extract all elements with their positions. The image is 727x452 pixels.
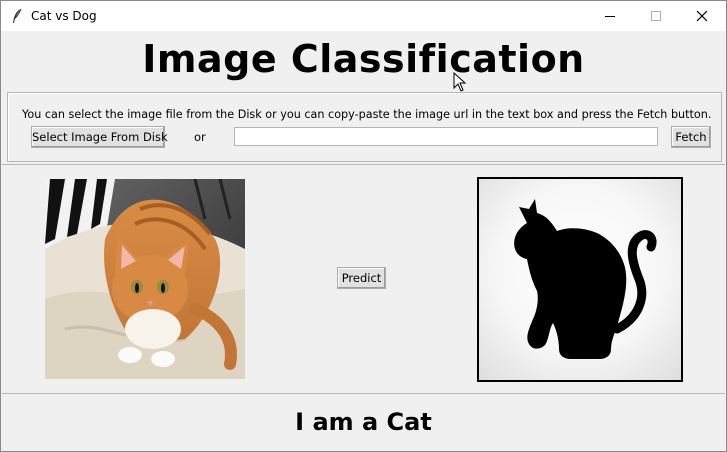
feather-icon <box>11 8 23 24</box>
cat-photo <box>45 179 245 379</box>
maximize-button[interactable] <box>633 1 679 31</box>
instructions-label: You can select the image file from the D… <box>22 108 712 121</box>
minimize-button[interactable] <box>587 1 633 31</box>
fetch-button[interactable]: Fetch <box>671 126 711 148</box>
select-image-button[interactable]: Select Image From Disk <box>31 126 168 148</box>
close-button[interactable] <box>679 1 725 31</box>
or-label: or <box>194 130 206 144</box>
close-icon <box>696 10 708 22</box>
mouse-cursor-icon <box>453 72 467 92</box>
cat-silhouette-icon <box>514 199 657 359</box>
window-title: Cat vs Dog <box>31 9 97 23</box>
image-panel: Predict <box>2 164 725 394</box>
predict-button[interactable]: Predict <box>337 267 386 289</box>
prediction-result: I am a Cat <box>295 408 432 436</box>
result-image <box>477 177 683 382</box>
maximize-icon <box>651 11 661 21</box>
minimize-icon <box>605 16 615 17</box>
input-panel: You can select the image file from the D… <box>7 92 722 162</box>
page-title: Image Classification <box>142 37 585 81</box>
title-bar: Cat vs Dog <box>1 1 726 31</box>
app-window: Cat vs Dog Image Classification You can … <box>0 0 727 452</box>
url-input[interactable] <box>234 127 658 146</box>
